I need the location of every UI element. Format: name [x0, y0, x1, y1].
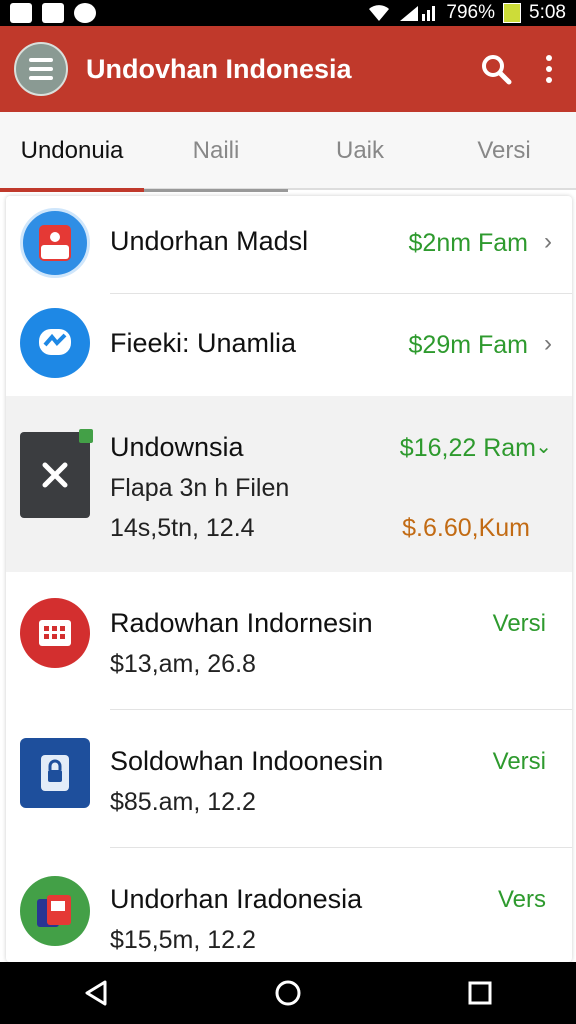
list-item-title: Fieeki: Unamlia [110, 328, 297, 358]
recents-icon[interactable] [465, 978, 495, 1008]
close-box-icon [20, 429, 93, 518]
list-item-price-secondary: $.6.60,Kum [402, 514, 530, 542]
app-title: Undovhan Indonesia [86, 53, 352, 84]
search-icon[interactable] [480, 53, 512, 85]
list-item[interactable]: Undorhan Iradonesia $15,5m, 12.2 Vers [6, 848, 572, 962]
chevron-right-icon: › [544, 330, 552, 357]
list-item-version: Versi [492, 748, 546, 775]
wifi-icon [369, 5, 390, 21]
list-item-meta: 14s,5tn, 12.4 [110, 514, 255, 542]
tab-versi[interactable]: Versi [432, 112, 576, 190]
tab-bar: Undonuia Naili Uaik Versi [0, 112, 576, 192]
back-icon[interactable] [81, 978, 111, 1008]
cards-icon [20, 876, 90, 946]
list-item-price: $2nm Fam [408, 229, 528, 257]
list-item-title: Undorhan Madsl [110, 226, 309, 256]
app-icon-red-blue [20, 208, 90, 278]
list-item-title: Undorhan Iradonesia [110, 884, 363, 914]
list-item[interactable]: Soldowhan Indoonesin $85.am, 12.2 Versi [6, 710, 572, 848]
list-item-subtitle: $15,5m, 12.2 [110, 926, 256, 954]
battery-percent: 796% [446, 2, 496, 23]
signal-icon [400, 6, 436, 21]
list-item-subtitle: Flapa 3n h Filen [110, 474, 290, 502]
list-item-title: Undownsia [110, 432, 244, 462]
navigation-bar [0, 962, 576, 1024]
chevron-right-icon: › [544, 228, 552, 255]
list-item-title: Soldowhan Indoonesin [110, 746, 384, 776]
menu-icon[interactable] [14, 42, 68, 96]
lock-file-icon [20, 738, 90, 808]
tab-naili[interactable]: Naili [144, 112, 288, 192]
calendar-grid-icon [20, 598, 90, 668]
list-item-subtitle: $13,am, 26.8 [110, 650, 256, 678]
list-item[interactable]: Radowhan Indornesin $13,am, 26.8 Versi [6, 572, 572, 710]
battery-icon [503, 3, 522, 23]
list-item-price: $16,22 Ram [399, 434, 536, 462]
list-item[interactable]: Undorhan Madsl $2nm Fam › [6, 196, 572, 294]
list-item-version: Vers [497, 886, 546, 913]
list-item[interactable]: Fieeki: Unamlia $29m Fam › [6, 294, 572, 396]
list-item-title: Radowhan Indornesin [110, 608, 373, 638]
app-bar: Undovhan Indonesia [0, 26, 576, 112]
upload-icon [42, 3, 64, 23]
tab-uaik[interactable]: Uaik [288, 112, 432, 190]
more-vert-icon[interactable] [546, 55, 552, 83]
app-list: Undorhan Madsl $2nm Fam › Fieeki: Unamli… [6, 196, 572, 962]
list-item-subtitle: $85.am, 12.2 [110, 788, 256, 816]
tab-undonuia[interactable]: Undonuia [0, 112, 144, 192]
status-bar: 796% 5:08 [0, 0, 576, 26]
record-icon [74, 3, 96, 23]
home-icon[interactable] [273, 978, 303, 1008]
list-item-version: Versi [492, 610, 546, 637]
clock: 5:08 [529, 2, 566, 23]
list-item-price: $29m Fam [408, 331, 528, 359]
chevron-down-icon: ⌄ [535, 436, 552, 458]
notification-icon [10, 3, 32, 23]
messenger-icon [20, 308, 90, 378]
list-item-expanded[interactable]: Undownsia Flapa 3n h Filen 14s,5tn, 12.4… [6, 396, 572, 572]
